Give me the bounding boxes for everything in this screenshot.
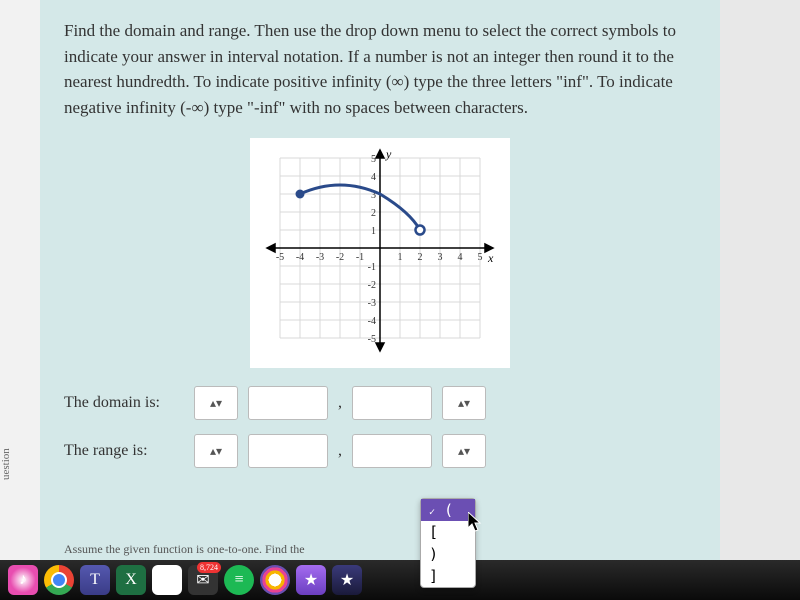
- x-axis-label: x: [487, 251, 494, 265]
- dock-star-icon[interactable]: ★: [296, 565, 326, 595]
- svg-text:-4: -4: [296, 252, 304, 263]
- range-right-bracket-select[interactable]: ▴▾: [442, 434, 486, 468]
- range-label: The range is:: [64, 439, 184, 463]
- svg-text:3: 3: [438, 252, 443, 263]
- dock-itunes-icon[interactable]: ♪: [8, 565, 38, 595]
- svg-text:-2: -2: [336, 252, 344, 263]
- svg-text:2: 2: [418, 252, 423, 263]
- bracket-option-paren-close[interactable]: ): [421, 543, 475, 565]
- dock-teams-icon[interactable]: T: [80, 565, 110, 595]
- instructions-text: Find the domain and range. Then use the …: [64, 18, 696, 120]
- question-tab[interactable]: uestion: [0, 442, 12, 480]
- bracket-option-paren-open[interactable]: ✓ (: [421, 499, 475, 521]
- endpoint-open: [416, 226, 425, 235]
- range-row: The range is: ▴▾ , ▴▾: [64, 434, 696, 468]
- domain-b-input[interactable]: [352, 386, 432, 420]
- comma: ,: [338, 391, 342, 415]
- y-axis-label: y: [385, 148, 392, 161]
- svg-text:4: 4: [458, 252, 463, 263]
- domain-a-input[interactable]: [248, 386, 328, 420]
- dock-spotify-icon[interactable]: ≡: [224, 565, 254, 595]
- left-sidebar: uestion: [0, 0, 40, 560]
- svg-text:-5: -5: [276, 252, 284, 263]
- svg-text:-2: -2: [368, 280, 376, 291]
- svg-text:-1: -1: [368, 262, 376, 273]
- svg-text:1: 1: [398, 252, 403, 263]
- dock-chrome-icon[interactable]: [44, 565, 74, 595]
- select-caret-icon: ▴▾: [458, 442, 470, 460]
- dock-mail-icon[interactable]: ✉: [188, 565, 218, 595]
- domain-right-bracket-select[interactable]: ▴▾: [442, 386, 486, 420]
- svg-text:-4: -4: [368, 316, 376, 327]
- svg-text:-3: -3: [368, 298, 376, 309]
- svg-text:1: 1: [371, 226, 376, 237]
- dock-photos-icon[interactable]: [260, 565, 290, 595]
- range-a-input[interactable]: [248, 434, 328, 468]
- svg-text:-3: -3: [316, 252, 324, 263]
- range-b-input[interactable]: [352, 434, 432, 468]
- bracket-option-square-open[interactable]: [: [421, 521, 475, 543]
- domain-left-bracket-select[interactable]: ▴▾: [194, 386, 238, 420]
- select-caret-icon: ▴▾: [458, 394, 470, 412]
- range-left-bracket-select[interactable]: ▴▾: [194, 434, 238, 468]
- svg-text:5: 5: [371, 154, 376, 165]
- svg-text:5: 5: [478, 252, 483, 263]
- select-caret-icon: ▴▾: [210, 394, 222, 412]
- dock-imovie-icon[interactable]: ★: [332, 565, 362, 595]
- comma: ,: [338, 439, 342, 463]
- domain-row: The domain is: ▴▾ , ▴▾: [64, 386, 696, 420]
- graph-container: y x -5 -4 -3 -2 -1 1 2 3 4 5 5 4 3 2 1: [250, 138, 510, 368]
- svg-text:-5: -5: [368, 334, 376, 345]
- next-question-fragment: Assume the given function is one-to-one.…: [64, 540, 305, 558]
- svg-text:-1: -1: [356, 252, 364, 263]
- endpoint-closed: [296, 190, 305, 199]
- question-panel: Find the domain and range. Then use the …: [40, 0, 720, 560]
- macos-dock: ♪ T X ✉ ≡ ★ ★: [0, 560, 800, 600]
- select-caret-icon: ▴▾: [210, 442, 222, 460]
- bracket-option-square-close[interactable]: ]: [421, 565, 475, 587]
- svg-text:4: 4: [371, 172, 376, 183]
- dock-excel-icon[interactable]: X: [116, 565, 146, 595]
- dock-calendar-icon[interactable]: [152, 565, 182, 595]
- domain-label: The domain is:: [64, 391, 184, 415]
- svg-text:2: 2: [371, 208, 376, 219]
- graph-svg: y x -5 -4 -3 -2 -1 1 2 3 4 5 5 4 3 2 1: [260, 148, 500, 358]
